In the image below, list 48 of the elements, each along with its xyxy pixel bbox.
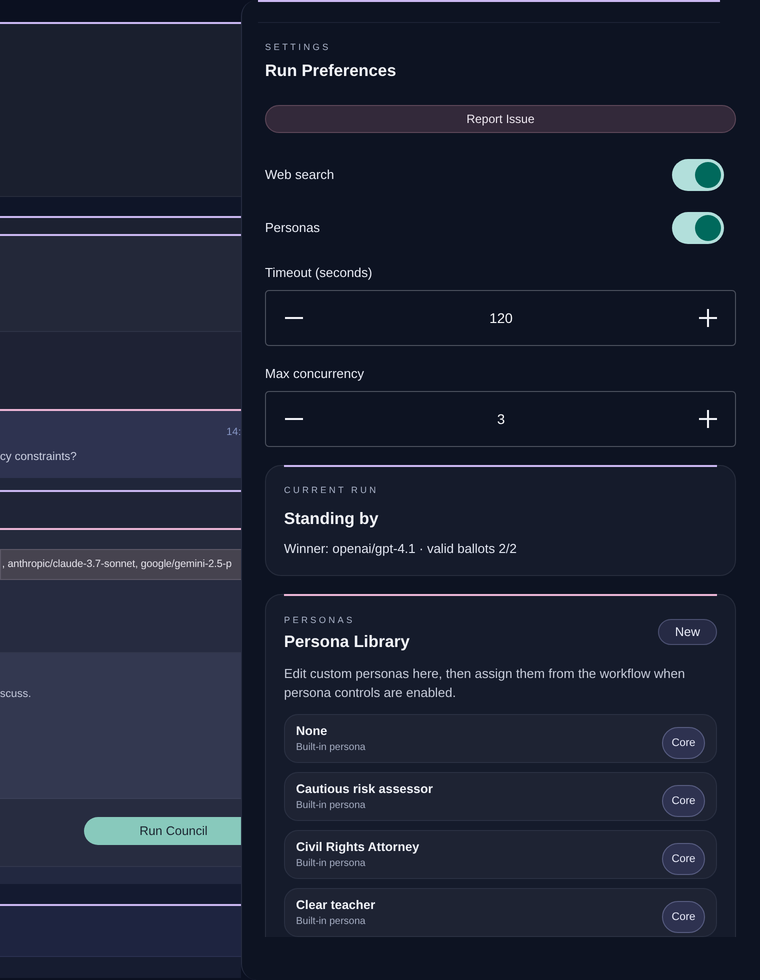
prompt-textarea[interactable]: scuss. (0, 653, 241, 799)
report-issue-button[interactable]: Report Issue (265, 105, 736, 133)
section-eyebrow: SETTINGS (265, 41, 332, 53)
persona-tag: Core (662, 785, 705, 817)
minus-icon (285, 317, 303, 319)
number-stepper[interactable]: 120 (265, 290, 736, 346)
persona-item[interactable]: Cautious risk assessor Built-in persona Core (284, 772, 717, 821)
toggle-label: Web search (265, 167, 334, 183)
prompt-text: scuss. (0, 688, 32, 700)
increment-button[interactable] (699, 410, 717, 428)
models-input[interactable]: , anthropic/claude-3.7-sonnet, google/gemini-2.5-p (0, 549, 241, 580)
number-input[interactable]: 3 (303, 409, 699, 429)
persona-subtitle: Built-in persona (296, 742, 366, 754)
persona-item[interactable]: Civil Rights Attorney Built-in persona Core (284, 830, 717, 879)
toggle-switch[interactable] (672, 159, 724, 191)
increment-button[interactable] (699, 309, 717, 327)
card-eyebrow: CURRENT RUN (284, 484, 380, 496)
persona-tag: Core (662, 843, 705, 875)
number-input[interactable]: 120 (303, 308, 699, 328)
toggle-switch[interactable] (672, 212, 724, 244)
persona-item[interactable]: Clear teacher Built-in persona Core (284, 888, 717, 937)
run-council-button[interactable]: Run Council (84, 817, 241, 845)
new-persona-button[interactable]: New (658, 618, 717, 644)
drawer-title: Run Preferences (265, 61, 398, 82)
plus-icon (699, 309, 717, 327)
toggle-label: Personas (265, 220, 320, 236)
persona-name: Civil Rights Attorney (296, 840, 420, 855)
message-text: cy constraints? (0, 450, 78, 465)
message-time: 14: (226, 425, 241, 439)
persona-tag: Core (662, 901, 705, 933)
persona-item[interactable]: None Built-in persona Core (284, 714, 717, 763)
number-stepper[interactable]: 3 (265, 391, 736, 447)
minus-icon (285, 418, 303, 420)
persona-subtitle: Built-in persona (296, 858, 366, 870)
persona-subtitle: Built-in persona (296, 800, 366, 812)
plus-icon (699, 410, 717, 428)
card-eyebrow: PERSONAS (284, 614, 356, 626)
persona-subtitle: Built-in persona (296, 916, 366, 928)
run-status: Standing by (284, 509, 380, 530)
persona-name: Cautious risk assessor (296, 782, 433, 797)
run-summary: Winner: openai/gpt-4.1 · valid ballots 2/2 (284, 540, 518, 558)
persona-tag: Core (662, 727, 705, 759)
field-label: Max concurrency (265, 366, 365, 382)
field-label: Timeout (seconds) (265, 265, 374, 281)
card-description: Edit custom personas here, then assign them from the workflow when persona controls are enabled. (284, 665, 686, 702)
persona-name: None (296, 724, 328, 739)
card-title: Persona Library (284, 632, 410, 653)
persona-name: Clear teacher (296, 898, 376, 913)
